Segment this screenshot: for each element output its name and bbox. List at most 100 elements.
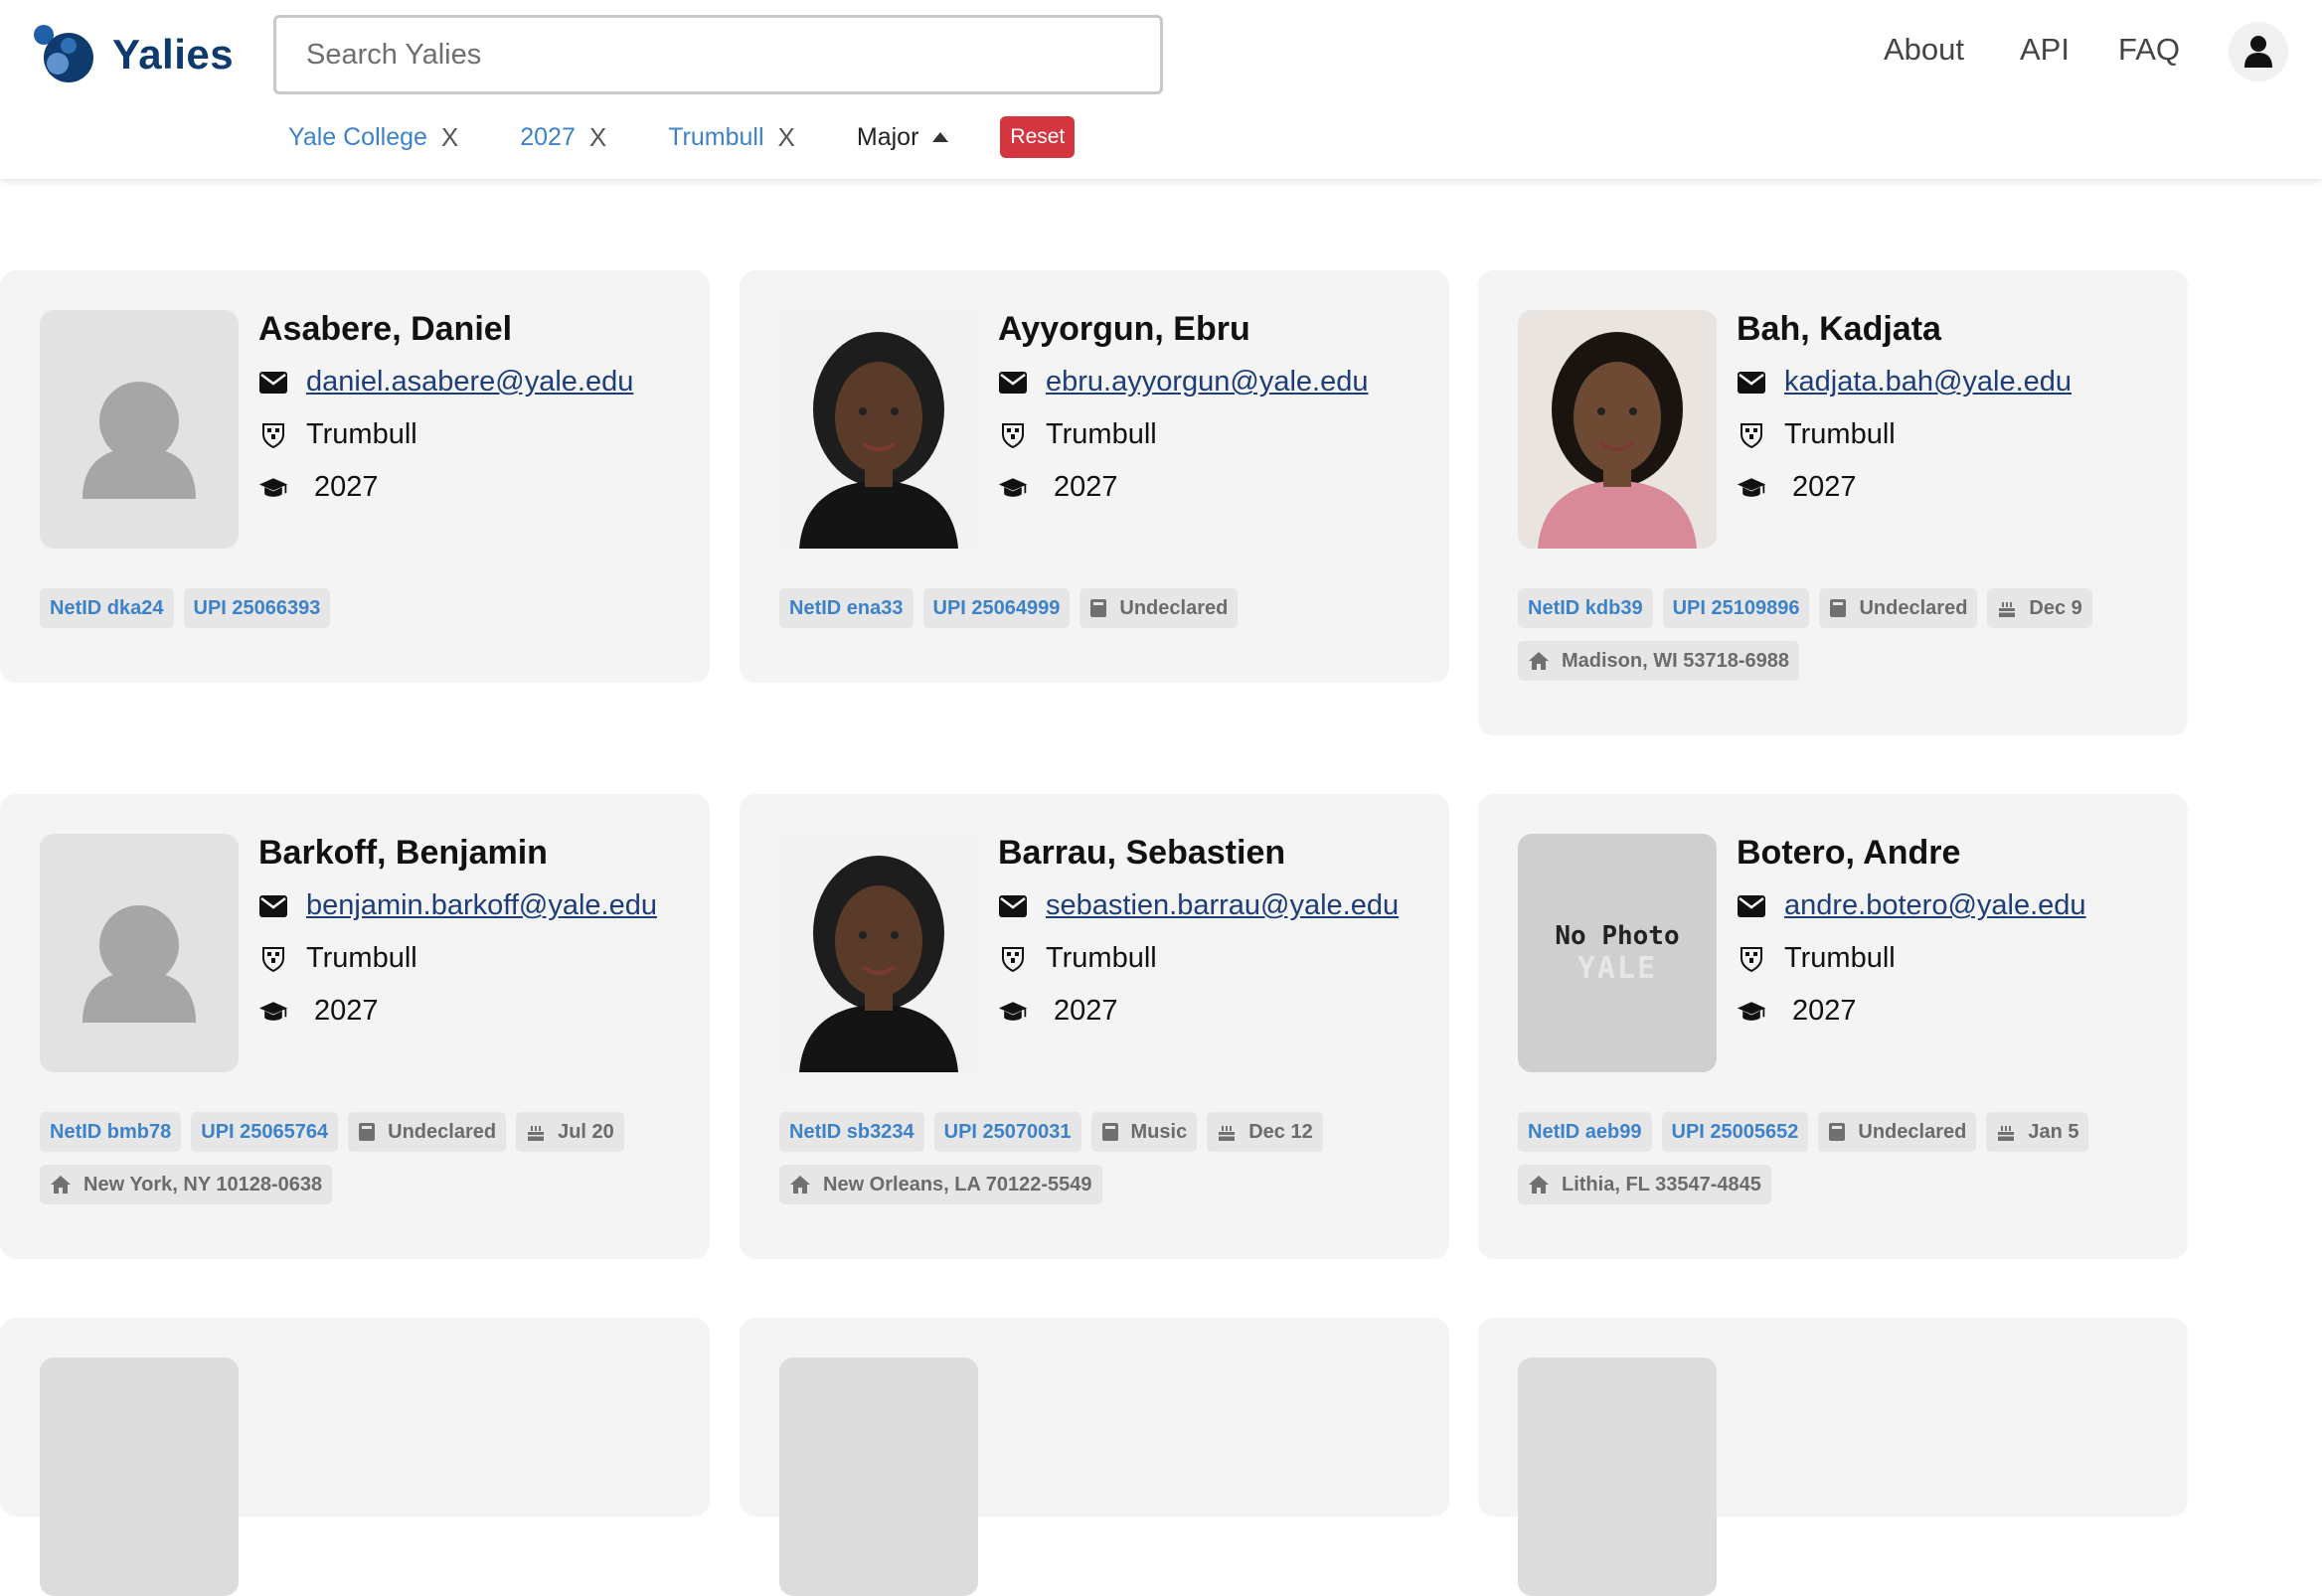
envelope-icon [258,368,288,398]
yalies-logo-icon [33,24,94,85]
major-tag: Undeclared [1819,588,1978,628]
birthday-text: Jan 5 [2028,1120,2079,1143]
search-input[interactable] [273,15,1163,94]
graduation-cap-icon [258,473,288,503]
email-row: ebru.ayyorgun@yale.edu [998,366,1368,399]
netid-tag[interactable]: NetID sb3234 [779,1112,924,1152]
book-icon [1089,598,1107,618]
netid-tag[interactable]: NetID kdb39 [1518,588,1653,628]
filter-chip-school[interactable]: Yale College X [288,122,458,153]
year-row: 2027 [1737,995,1857,1028]
student-card[interactable] [740,1318,1449,1596]
student-card[interactable]: Ayyorgun, Ebru ebru.ayyorgun@yale.edu Trum… [740,270,1449,683]
filter-chip-college[interactable]: Trumbull X [668,122,795,153]
major-text: Undeclared [1858,1120,1967,1143]
book-icon [1828,1122,1846,1142]
year-row: 2027 [998,471,1118,504]
birthday-tag: Dec 9 [1987,588,2092,628]
default-avatar-icon [40,834,239,1072]
email-link[interactable]: sebastien.barrau@yale.edu [1046,889,1399,922]
student-card[interactable]: Barrau, Sebastien sebastien.barrau@yale.e… [740,794,1449,1259]
student-photo-frame [779,310,978,549]
year-text: 2027 [1054,471,1118,503]
student-card[interactable]: Asabere, Daniel daniel.asabere@yale.edu Tr… [0,270,710,683]
birthday-text: Dec 12 [1248,1120,1313,1143]
upi-tag[interactable]: UPI 25070031 [933,1112,1081,1152]
upi-tag[interactable]: UPI 25065764 [191,1112,339,1152]
filter-chip-label: Yale College [288,122,427,151]
college-row: Trumbull [258,418,417,451]
upi-tag[interactable]: UPI 25109896 [1662,588,1810,628]
email-link[interactable]: daniel.asabere@yale.edu [306,366,633,399]
email-link[interactable]: kadjata.bah@yale.edu [1784,366,2072,399]
remove-filter-icon[interactable]: X [441,122,458,153]
major-filter-dropdown[interactable]: Major [857,123,949,152]
netid-tag[interactable]: NetID aeb99 [1518,1112,1652,1152]
college-row: Trumbull [998,418,1157,451]
email-link[interactable]: ebru.ayyorgun@yale.edu [1046,366,1368,399]
netid-tag[interactable]: NetID dka24 [40,588,174,628]
student-photo-frame: No Photo YALE [1518,834,1717,1072]
address-text: Madison, WI 53718-6988 [1562,649,1789,672]
student-card[interactable] [1478,1318,2188,1596]
email-row: daniel.asabere@yale.edu [258,366,633,399]
netid-tag[interactable]: NetID ena33 [779,588,913,628]
yalies-logo[interactable]: Yalies [33,24,234,85]
upi-tag[interactable]: UPI 25064999 [922,588,1071,628]
nav-api-link[interactable]: API [2020,32,2070,68]
student-card[interactable]: No Photo YALE Botero, Andre andre.botero@ya… [1478,794,2188,1259]
account-button[interactable] [2229,22,2288,81]
college-text: Trumbull [1046,942,1157,974]
home-icon [789,1175,811,1195]
student-photo [779,834,978,1072]
student-card[interactable]: Barkoff, Benjamin benjamin.barkoff@yale.e… [0,794,710,1259]
year-row: 2027 [1737,471,1857,504]
tag-list: NetID bmb78 UPI 25065764 Undeclared Jul 20 N… [40,1112,696,1204]
book-icon [1101,1122,1119,1142]
remove-filter-icon[interactable]: X [589,122,606,153]
graduation-cap-icon [1737,473,1766,503]
year-text: 2027 [1792,995,1857,1027]
college-text: Trumbull [306,418,417,450]
year-text: 2027 [314,995,379,1027]
nav-about-link[interactable]: About [1884,32,1964,68]
student-photo-frame [779,1357,978,1596]
major-tag: Undeclared [1818,1112,1977,1152]
college-text: Trumbull [306,942,417,974]
upi-tag[interactable]: UPI 25066393 [183,588,331,628]
birthday-text: Jul 20 [558,1120,614,1143]
student-card[interactable]: Bah, Kadjata kadjata.bah@yale.edu Trumbull… [1478,270,2188,735]
home-icon [1528,1175,1550,1195]
cake-icon [1996,1122,2016,1142]
year-row: 2027 [998,995,1118,1028]
college-text: Trumbull [1046,418,1157,450]
college-text: Trumbull [1784,418,1896,450]
shield-icon [1737,420,1766,450]
remove-filter-icon[interactable]: X [778,122,795,153]
netid-tag[interactable]: NetID bmb78 [40,1112,182,1152]
envelope-icon [998,368,1028,398]
student-name: Barrau, Sebastien [998,834,1286,872]
address-text: New Orleans, LA 70122-5549 [823,1173,1092,1196]
filter-chip-year[interactable]: 2027 X [520,122,606,153]
email-link[interactable]: andre.botero@yale.edu [1784,889,2086,922]
envelope-icon [998,891,1028,921]
address-text: Lithia, FL 33547-4845 [1562,1173,1761,1196]
tag-list: NetID dka24 UPI 25066393 [40,588,696,628]
student-photo-frame [40,310,239,549]
email-link[interactable]: benjamin.barkoff@yale.edu [306,889,657,922]
graduation-cap-icon [258,997,288,1027]
student-card[interactable] [0,1318,710,1596]
reset-button[interactable]: Reset [1000,116,1076,158]
student-photo [779,310,978,549]
envelope-icon [258,891,288,921]
home-icon [1528,651,1550,671]
student-name: Asabere, Daniel [258,310,513,348]
address-tag: New Orleans, LA 70122-5549 [779,1165,1102,1204]
app-name: Yalies [112,31,235,78]
upi-tag[interactable]: UPI 25005652 [1661,1112,1809,1152]
address-tag: New York, NY 10128-0638 [40,1165,333,1204]
student-photo-frame [40,834,239,1072]
filter-chip-label: Trumbull [668,122,764,151]
nav-faq-link[interactable]: FAQ [2118,32,2180,68]
